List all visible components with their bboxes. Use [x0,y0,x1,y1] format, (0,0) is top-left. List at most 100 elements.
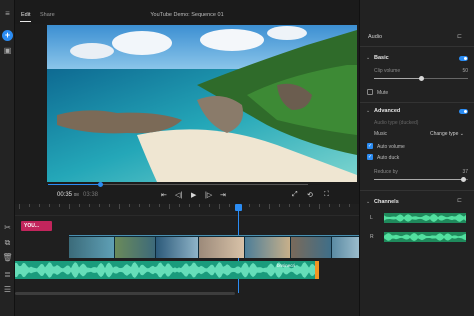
basic-toggle[interactable] [459,56,468,61]
ruler-tick [119,204,120,209]
ruler-tick [279,204,280,207]
loop-icon[interactable]: ⟲ [307,191,313,199]
playhead-handle[interactable] [235,204,242,211]
chevron-down-icon[interactable]: ⌄ [366,108,370,114]
ruler-tick [159,204,160,207]
clip-end-handle[interactable] [315,261,319,279]
auto-duck-checkbox[interactable]: ✓ [367,154,373,160]
step-back-icon[interactable]: ◁| [175,191,182,199]
slider-fill [374,78,421,79]
clip-thumbnail [291,237,331,258]
horizontal-scrollbar[interactable] [15,292,235,295]
ruler-tick [229,204,230,207]
audio-clip[interactable]: bnsinecri [15,261,319,279]
auto-volume-checkbox[interactable]: ✓ [367,143,373,149]
audio-clip-name: bnsinecri [277,263,296,268]
scissors-icon[interactable]: ✂ [2,222,13,233]
audio-type-label: Audio type (ducked) [374,120,419,126]
video-clip[interactable] [69,235,359,258]
clip-thumbnail [115,237,155,258]
chevron-down-icon[interactable]: ⌄ [366,199,370,205]
ruler-tick [309,204,310,207]
clip-thumbnail [69,237,114,258]
ruler-tick [109,204,110,207]
video-preview[interactable] [47,25,357,182]
duplicate-icon[interactable]: ⧉ [2,237,13,248]
basic-section-title: Basic [374,55,389,61]
title-clip[interactable]: YOU... [21,221,52,231]
go-to-end-icon[interactable]: ⇥ [220,191,226,199]
total-duration: 03:38 [83,192,99,198]
divider [360,190,474,191]
ruler-tick [259,204,260,207]
clip-thumbnail [245,237,290,258]
clip-thumbnail [199,237,244,258]
beach-landscape-image [47,25,357,182]
timeline[interactable]: YOU... bnsinecri [15,204,359,316]
panel-options-icon[interactable]: ⊏ [457,33,462,40]
mute-checkbox[interactable] [367,89,373,95]
track-height-icon[interactable]: ≣ [2,269,13,280]
slider-handle[interactable] [461,177,467,182]
ruler-tick [69,204,70,209]
ruler-tick [289,204,290,207]
ruler-tick [189,204,190,207]
time-ruler[interactable] [15,204,359,216]
advanced-toggle[interactable] [459,109,468,114]
change-type-dropdown[interactable]: Change type ⌄ [430,131,464,137]
auto-duck-label: Auto duck [377,155,400,161]
tool-rail: ≡ + ▣ ✂ ⧉ 🗑 ≣ ☰ [0,0,15,316]
step-forward-icon[interactable]: |▷ [205,191,212,199]
fullscreen-icon[interactable]: ⛶ [324,191,329,199]
advanced-section-title: Advanced [374,108,401,114]
fit-view-icon[interactable]: ⤢ [292,191,298,199]
current-frames: 08 [73,192,79,197]
left-channel-meter [384,213,466,223]
chevron-down-icon[interactable]: ⌄ [366,55,370,61]
plus-icon[interactable]: + [2,30,13,41]
ruler-tick [269,204,270,209]
document-title: YouTube Demo: Sequence 01 [150,12,224,18]
music-type-label: Music [374,131,388,137]
ruler-tick [219,204,220,209]
scrub-bar[interactable] [48,182,308,187]
ruler-tick [99,204,100,207]
channel-options-icon[interactable]: ⊏ [457,197,462,204]
scrub-progress [48,184,100,185]
ruler-tick [149,204,150,207]
menu-icon[interactable]: ≡ [2,8,13,19]
reduce-by-label: Reduce by [374,169,398,175]
go-to-start-icon[interactable]: ⇤ [161,191,167,199]
reduce-by-slider[interactable] [374,177,468,182]
ruler-tick [319,204,320,209]
ruler-tick [89,204,90,207]
play-icon[interactable]: ▶ [191,191,196,199]
clip-volume-label: Clip volume [374,68,401,74]
ruler-tick [59,204,60,207]
slider-handle[interactable] [419,76,424,81]
current-timecode: 00:35 08 [57,192,79,198]
ruler-tick [199,204,200,207]
ruler-tick [179,204,180,207]
panel-title: Audio [368,34,383,40]
channels-section-title: Channels [374,199,399,205]
ruler-tick [29,204,30,207]
ruler-tick [249,204,250,207]
clip-thumbnail [156,237,198,258]
reduce-by-value: 37 [462,169,468,175]
ruler-tick [39,204,40,207]
app-header: Edit Share YouTube Demo: Sequence 01 [15,0,359,24]
ruler-tick [49,204,50,207]
right-channel-label: R [370,234,374,240]
media-library-icon[interactable]: ▣ [2,45,13,56]
clip-thumbnail [332,237,359,258]
ruler-tick [329,204,330,207]
track-list-icon[interactable]: ☰ [2,284,13,295]
clip-volume-slider[interactable] [374,76,468,81]
ruler-tick [299,204,300,207]
trash-icon[interactable]: 🗑 [2,252,13,263]
audio-panel: Audio ⊏ ⌄ Basic Clip volume 50 Mute ⌄ Ad… [359,0,474,316]
ruler-tick [139,204,140,207]
scrub-handle[interactable] [98,182,103,187]
ruler-tick [19,204,20,209]
